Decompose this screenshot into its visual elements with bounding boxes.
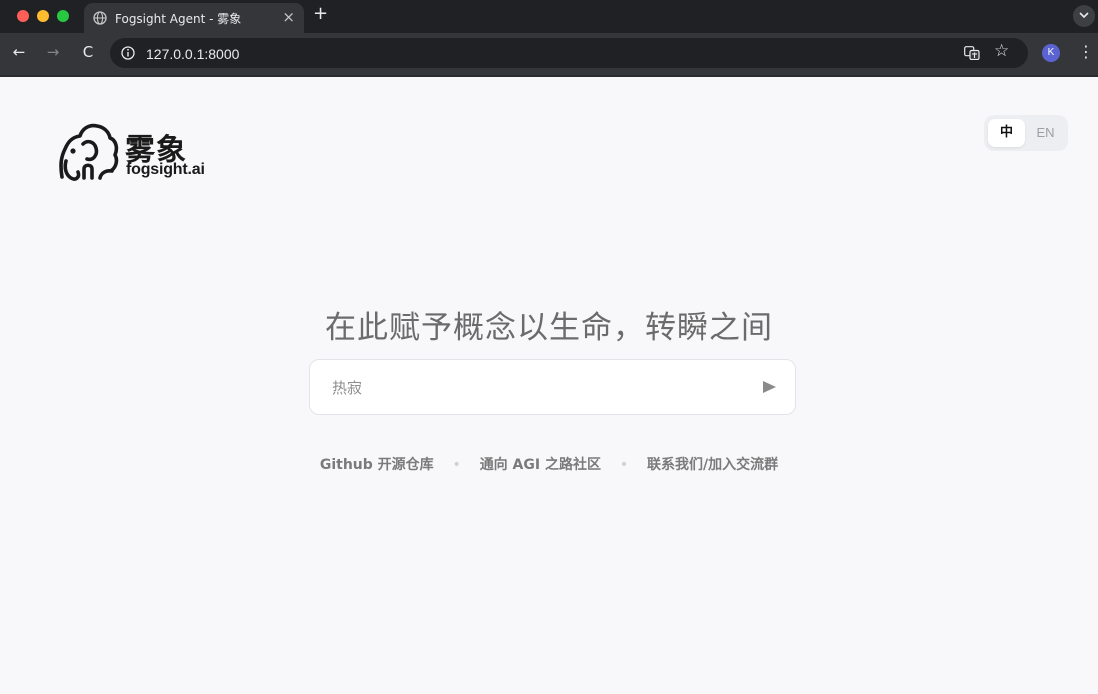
prompt-box <box>309 359 796 415</box>
new-tab-button[interactable]: + <box>313 3 328 24</box>
language-toggle: 中 EN <box>984 115 1068 151</box>
lang-zh-button[interactable]: 中 <box>988 119 1025 147</box>
link-separator: • <box>619 457 629 473</box>
reload-button[interactable]: C <box>77 41 99 63</box>
url-text[interactable]: 127.0.0.1:8000 <box>146 46 239 62</box>
page-content: 雾象 fogsight.ai 中 EN 在此赋予概念以生命，转瞬之间 Githu… <box>0 77 1098 694</box>
contact-us-link[interactable]: 联系我们/加入交流群 <box>647 457 778 473</box>
link-separator: • <box>452 457 461 473</box>
window-maximize-button[interactable] <box>57 10 69 22</box>
lang-en-button[interactable]: EN <box>1027 119 1064 147</box>
site-info-icon[interactable] <box>121 46 135 60</box>
logo-name-en: fogsight.ai <box>126 161 205 178</box>
tab-title: Fogsight Agent - 雾象 <box>115 12 242 26</box>
tab-search-button[interactable] <box>1073 5 1095 27</box>
github-repo-link[interactable]: Github 开源仓库 <box>320 457 434 473</box>
prompt-input[interactable] <box>332 377 732 399</box>
elephant-logo-icon <box>59 123 119 181</box>
browser-toolbar: ← → C 127.0.0.1:8000 ☆ K ⋮ <box>0 33 1098 75</box>
bookmark-star-icon[interactable]: ☆ <box>994 41 1009 61</box>
profile-avatar[interactable]: K <box>1042 44 1060 62</box>
globe-icon <box>93 11 107 25</box>
address-bar[interactable]: 127.0.0.1:8000 ☆ <box>110 38 1028 68</box>
back-button[interactable]: ← <box>8 41 30 63</box>
hero-headline: 在此赋予概念以生命，转瞬之间 <box>325 310 773 346</box>
browser-tab[interactable]: Fogsight Agent - 雾象 × <box>84 3 304 33</box>
browser-tab-bar: Fogsight Agent - 雾象 × + <box>0 0 1098 33</box>
more-menu-icon[interactable]: ⋮ <box>1078 42 1094 61</box>
chevron-down-icon <box>1079 12 1089 19</box>
send-icon[interactable] <box>758 376 780 398</box>
footer-links: Github 开源仓库 • 通向 AGI 之路社区 • 联系我们/加入交流群 <box>0 454 1098 474</box>
agi-community-link[interactable]: 通向 AGI 之路社区 <box>480 457 601 473</box>
window-close-button[interactable] <box>17 10 29 22</box>
window-minimize-button[interactable] <box>37 10 49 22</box>
translate-icon[interactable] <box>964 46 980 60</box>
forward-button[interactable]: → <box>42 41 64 63</box>
site-logo[interactable]: 雾象 fogsight.ai <box>56 121 216 183</box>
close-tab-icon[interactable]: × <box>282 8 295 26</box>
